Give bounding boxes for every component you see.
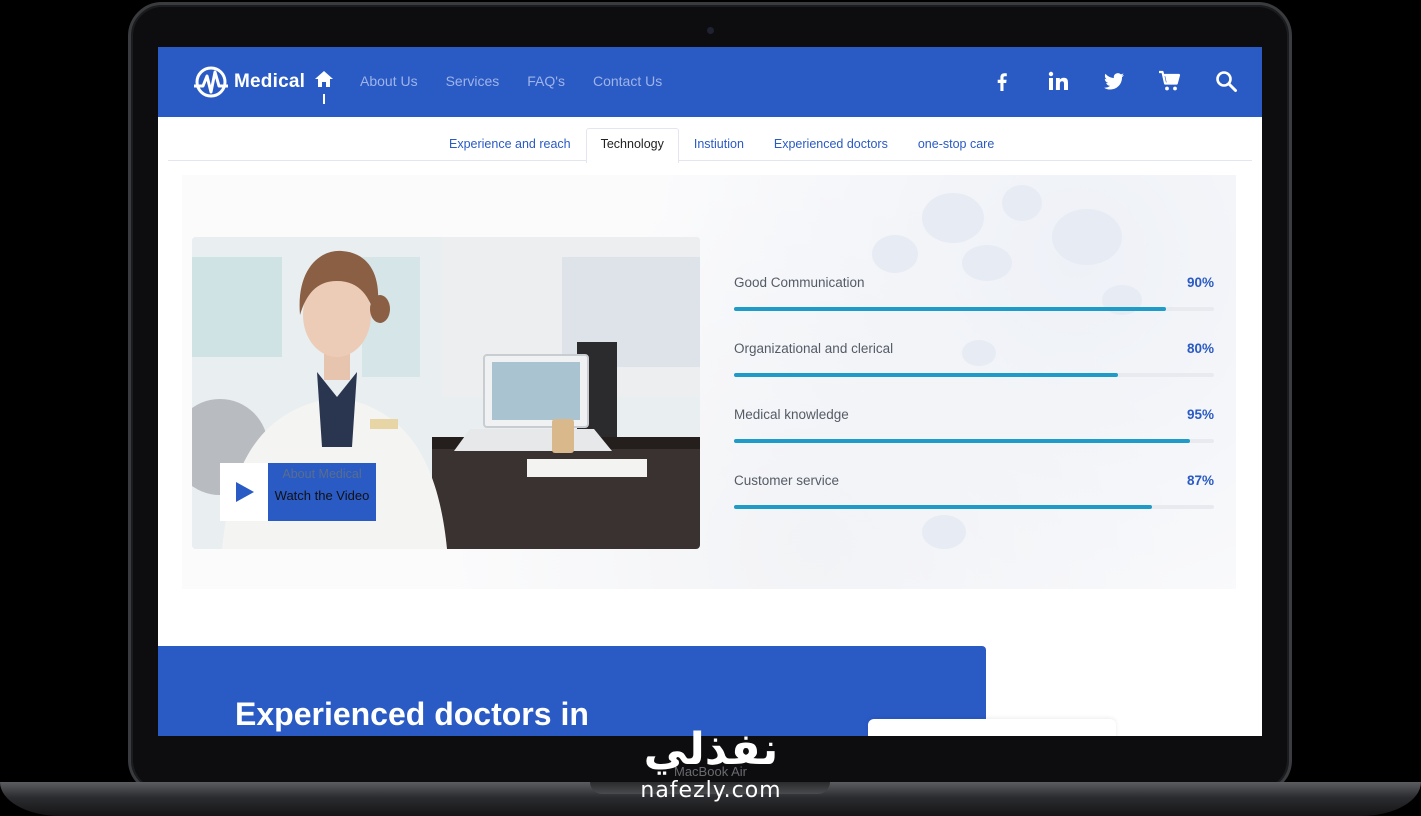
- tab-one-stop-care[interactable]: one-stop care: [903, 128, 1009, 163]
- skill-label: Good Communication: [734, 275, 865, 290]
- nav-services[interactable]: Services: [446, 73, 500, 89]
- decor-bubble: [922, 193, 984, 243]
- watermark-arabic: نفذلي: [643, 724, 779, 775]
- play-icon[interactable]: [220, 463, 268, 521]
- video-subtitle: About Medical: [282, 467, 362, 481]
- nav-links: About Us Services FAQ's Contact Us: [360, 73, 662, 89]
- skill-customer-service: Customer service 87%: [734, 473, 1214, 539]
- skill-good-communication: Good Communication 90%: [734, 275, 1214, 341]
- nav-about-us[interactable]: About Us: [360, 73, 418, 89]
- tab-bar: Experience and reach Technology Instiuti…: [168, 117, 1252, 163]
- twitter-icon[interactable]: [1100, 67, 1128, 95]
- linkedin-icon[interactable]: [1044, 67, 1072, 95]
- info-card: [868, 719, 1116, 736]
- camera-dot: [707, 27, 714, 34]
- decor-bubble: [1052, 209, 1122, 265]
- nav-faqs[interactable]: FAQ's: [527, 73, 565, 89]
- video-label: Watch the Video: [274, 488, 370, 503]
- skill-progress-fill: [734, 439, 1190, 443]
- tab-experienced-doctors[interactable]: Experienced doctors: [759, 128, 903, 163]
- tabs: Experience and reach Technology Instiuti…: [434, 128, 1009, 163]
- skill-progress-track: [734, 439, 1214, 443]
- skill-percent: 87%: [1186, 473, 1214, 488]
- skill-progress-track: [734, 373, 1214, 377]
- logo-text: Medical: [234, 71, 306, 92]
- skill-label: Customer service: [734, 473, 840, 488]
- skill-percent: 80%: [1186, 341, 1214, 356]
- home-icon[interactable]: [314, 70, 334, 104]
- skill-progress-track: [734, 505, 1214, 509]
- skill-percent: 90%: [1186, 275, 1214, 290]
- facebook-icon[interactable]: [988, 67, 1016, 95]
- watermark: نفذلي nafezly.com: [620, 722, 802, 804]
- decor-bubble: [872, 235, 918, 273]
- social-bar: [988, 67, 1240, 95]
- video-text[interactable]: About Medical Watch the Video: [268, 463, 376, 521]
- search-icon[interactable]: [1212, 67, 1240, 95]
- navbar: Medical About Us Services FAQ's Contact …: [158, 47, 1262, 117]
- tab-experience-and-reach[interactable]: Experience and reach: [434, 128, 586, 163]
- skill-medical-knowledge: Medical knowledge 95%: [734, 407, 1214, 473]
- skill-organizational: Organizational and clerical 80%: [734, 341, 1214, 407]
- heartbeat-logo-icon: [194, 66, 228, 98]
- skill-label: Medical knowledge: [734, 407, 849, 422]
- watermark-latin: nafezly.com: [640, 778, 782, 803]
- watch-video-button[interactable]: About Medical Watch the Video: [220, 463, 376, 521]
- section-title: Experienced doctors in: [235, 696, 589, 732]
- tab-technology[interactable]: Technology: [585, 128, 679, 163]
- logo[interactable]: Medical: [192, 64, 305, 100]
- nav-contact-us[interactable]: Contact Us: [593, 73, 662, 89]
- skill-progress-fill: [734, 373, 1118, 377]
- cart-icon[interactable]: [1156, 67, 1184, 95]
- screen: Medical About Us Services FAQ's Contact …: [158, 47, 1262, 736]
- skill-progress-fill: [734, 505, 1152, 509]
- skill-progress-track: [734, 307, 1214, 311]
- skill-percent: 95%: [1186, 407, 1214, 422]
- skill-progress-fill: [734, 307, 1166, 311]
- decor-bubble: [1002, 185, 1042, 221]
- skills-list: Good Communication 90% Organizational an…: [734, 275, 1214, 539]
- doctors-section-panel: Experienced doctors in: [158, 646, 986, 736]
- tab-instiution[interactable]: Instiution: [679, 128, 759, 163]
- skill-label: Organizational and clerical: [734, 341, 894, 356]
